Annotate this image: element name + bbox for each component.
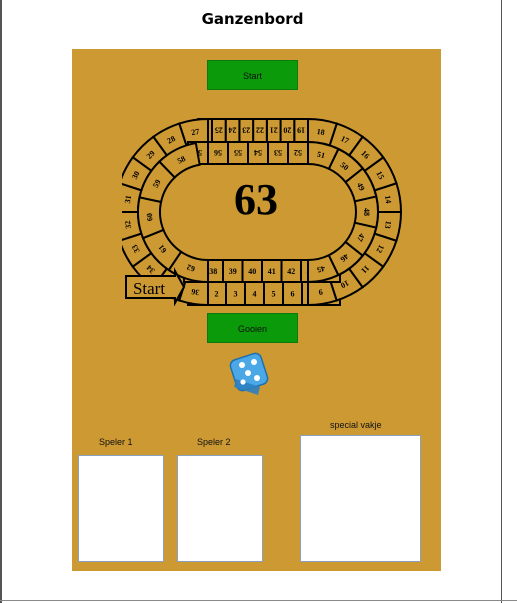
start-button[interactable]: Start: [207, 60, 298, 90]
board-square-number: 24: [229, 126, 237, 135]
game-board: 1234567891011121314151617181920212223242…: [122, 117, 402, 306]
player-1-box: [78, 455, 164, 562]
special-square-box: [300, 435, 421, 562]
board-square-number: 20: [283, 126, 291, 135]
board-center-number: 63: [234, 175, 278, 224]
board-square-number: 5: [272, 290, 276, 299]
board-square-number: 4: [253, 290, 257, 299]
board-square-number: 52: [294, 148, 302, 157]
board-square-number: 23: [242, 126, 250, 135]
board-square-number: 39: [229, 267, 237, 276]
board-square-number: 48: [362, 208, 371, 216]
board-square-number: 22: [256, 126, 264, 135]
board-square-number: 13: [383, 220, 393, 229]
board-square-number: 32: [123, 220, 133, 229]
board-square-number: 21: [270, 126, 278, 135]
board-square-number: 41: [268, 267, 276, 276]
player-2-box: [177, 455, 263, 562]
board-square-number: 19: [297, 126, 305, 135]
board-square-number: 31: [123, 195, 133, 204]
player-2-label: Speler 2: [197, 437, 231, 447]
board-square-number: 18: [316, 127, 325, 137]
board-square-number: 27: [191, 127, 200, 137]
board-square-number: 60: [145, 213, 155, 222]
board-square-number: 14: [383, 195, 393, 204]
game-panel: Start 1234567891011121314151617181920212…: [72, 49, 441, 571]
board-square-number: 56: [214, 148, 222, 157]
window-bottom-border: [0, 600, 517, 601]
window-left-border: [0, 0, 2, 603]
board-square-number: 25: [215, 126, 223, 135]
board-square-number: 55: [234, 148, 242, 157]
dice-icon: [229, 352, 269, 395]
board-square-number: 38: [209, 267, 217, 276]
board-square-number: 6: [291, 290, 295, 299]
start-arrow-label: Start: [133, 279, 165, 298]
board-square-number: 53: [274, 148, 282, 157]
page-title: Ganzenbord: [201, 10, 304, 28]
window-right-border: [501, 0, 502, 603]
start-arrow: Start: [125, 267, 186, 306]
board-square-number: 3: [234, 290, 238, 299]
player-1-label: Speler 1: [99, 437, 133, 447]
board-square-number: 42: [287, 267, 295, 276]
board-square-number: 2: [215, 290, 219, 299]
board-square-number: 36: [191, 287, 200, 297]
special-square-label: special vakje: [330, 420, 382, 430]
board-square-number: 54: [254, 148, 262, 157]
roll-dice-button[interactable]: Gooien: [207, 313, 298, 343]
board-square-number: 40: [248, 267, 256, 276]
